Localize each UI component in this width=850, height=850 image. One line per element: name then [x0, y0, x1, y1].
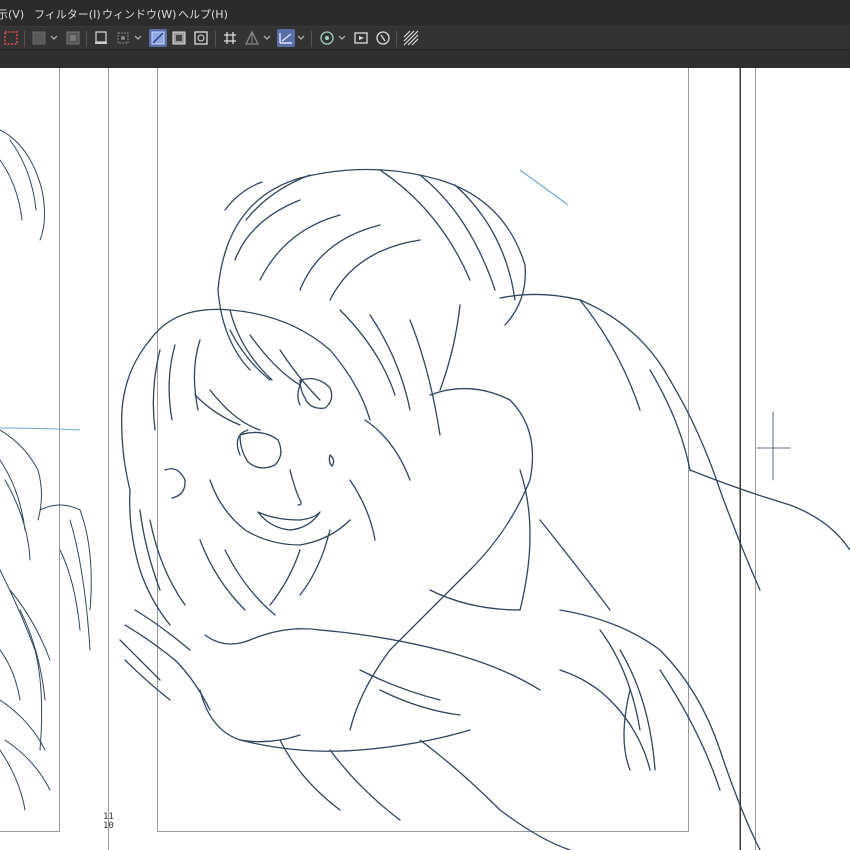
chevron-down-icon[interactable] [134, 29, 142, 47]
chevron-down-icon[interactable] [50, 29, 58, 47]
chevron-down-icon[interactable] [263, 29, 271, 47]
chevron-down-icon[interactable] [338, 29, 346, 47]
canvas-area[interactable]: 11 10 [0, 50, 850, 850]
3d-icon[interactable] [318, 29, 336, 47]
menu-filter[interactable]: フィルター(I) [34, 6, 101, 22]
menu-help[interactable]: ヘルプ(H) [178, 6, 228, 22]
menu-bar: 表示(V) フィルター(I) ウィンドウ(W) ヘルプ(H) [0, 0, 850, 27]
layer-mask-icon[interactable] [64, 29, 82, 47]
menu-window[interactable]: ウィンドウ(W) [102, 6, 176, 22]
toolbar-separator [86, 31, 87, 47]
perspective-ruler-icon[interactable] [149, 29, 167, 47]
sketch-drawing [0, 129, 850, 850]
ruler-guide-line [0, 427, 81, 431]
fill-layer-icon[interactable] [30, 29, 48, 47]
command-bar [0, 27, 850, 50]
canvas-icon[interactable] [92, 29, 110, 47]
symmetry-ruler-icon[interactable] [243, 29, 261, 47]
reference-layer-icon[interactable] [192, 29, 210, 47]
toolbar-separator [311, 31, 312, 47]
menu-view[interactable]: 表示(V) [0, 6, 24, 22]
navigator-icon[interactable] [374, 29, 392, 47]
ruler-guide-line [519, 169, 569, 206]
selection-marquee-icon[interactable] [2, 29, 20, 47]
snap-ruler-icon[interactable] [277, 29, 295, 47]
animation-icon[interactable] [352, 29, 370, 47]
transform-icon[interactable] [114, 29, 132, 47]
chevron-down-icon[interactable] [297, 29, 305, 47]
grid-icon[interactable] [221, 29, 239, 47]
toolbar-separator [396, 31, 397, 47]
toolbar-separator [24, 31, 25, 47]
layer-color-icon[interactable] [170, 29, 188, 47]
toolbar-separator [215, 31, 216, 47]
pattern-icon[interactable] [402, 29, 420, 47]
